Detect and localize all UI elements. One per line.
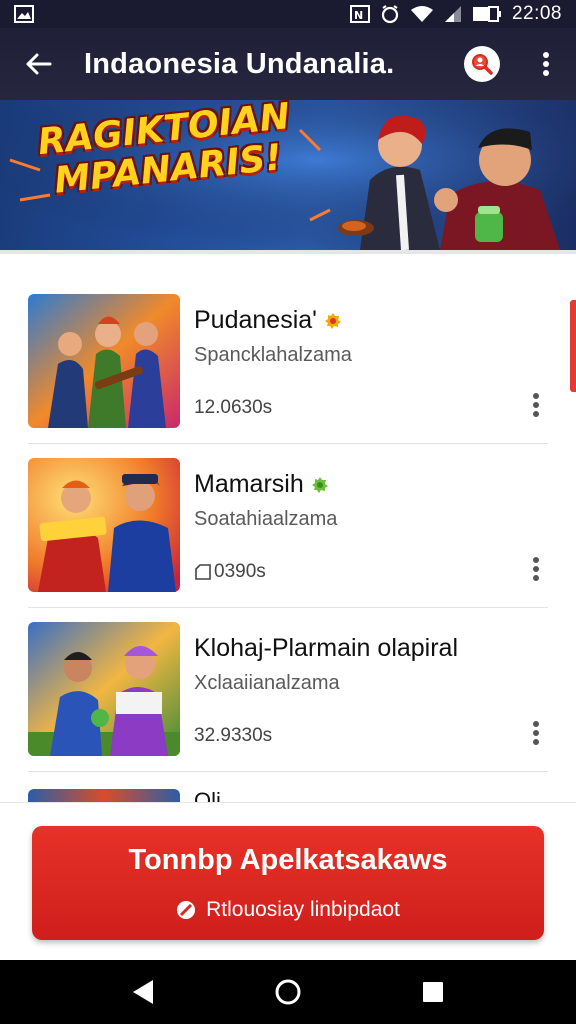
- nav-recents-button[interactable]: [413, 972, 453, 1012]
- nav-back-button[interactable]: [123, 972, 163, 1012]
- more-vert-icon: [533, 721, 539, 745]
- cta-title: Tonnbp Apelkatsakaws: [128, 844, 448, 876]
- home-circle-icon: [275, 979, 301, 1005]
- battery-icon: [472, 6, 501, 22]
- scrollbar[interactable]: [570, 300, 576, 392]
- item-title: Pudanesia': [194, 306, 341, 335]
- gallery-icon: [14, 5, 34, 23]
- alarm-icon: [381, 5, 399, 24]
- cta-subtitle-text: Rtlouosiay linbipdaot: [206, 898, 400, 921]
- nfc-icon: N: [349, 5, 370, 23]
- search-button[interactable]: [464, 46, 500, 82]
- app-list: Pudanesia' Spancklahalzama 12.0630s Mama…: [28, 280, 548, 772]
- item-thumbnail: [28, 294, 180, 428]
- download-icon: [195, 564, 211, 580]
- primary-action-button[interactable]: Tonnbp Apelkatsakaws Rtlouosiay linbipda…: [32, 826, 544, 940]
- block-icon: [177, 901, 196, 919]
- item-subtitle: Soatahiaalzama: [194, 508, 338, 530]
- system-nav-bar: [0, 960, 576, 1024]
- item-menu-button[interactable]: [526, 718, 546, 748]
- list-item[interactable]: Pudanesia' Spancklahalzama 12.0630s: [28, 280, 548, 444]
- item-thumbnail: [28, 622, 180, 756]
- item-subtitle: Spancklahalzama: [194, 344, 352, 366]
- back-arrow-icon: [26, 53, 52, 75]
- item-menu-button[interactable]: [526, 390, 546, 420]
- item-title: Mamarsih: [194, 470, 328, 499]
- back-triangle-icon: [132, 980, 153, 1004]
- item-size-text: 0390s: [214, 561, 266, 582]
- back-button[interactable]: [18, 44, 58, 84]
- verified-badge-icon: [324, 312, 341, 329]
- status-bar: N 22:08: [0, 0, 576, 28]
- divider: [0, 250, 576, 254]
- item-menu-button[interactable]: [526, 554, 546, 584]
- status-time: 22:08: [511, 3, 562, 24]
- nav-home-button[interactable]: [268, 972, 308, 1012]
- verified-badge-icon: [311, 476, 328, 493]
- list-item[interactable]: Mamarsih Soatahiaalzama 0390s: [28, 444, 548, 608]
- more-vert-icon: [543, 52, 549, 76]
- svg-text:N: N: [354, 9, 363, 22]
- wifi-icon: [410, 6, 433, 22]
- page-title: Indaonesia Undanalia.: [84, 47, 395, 80]
- item-title-text: Klohaj-Plarmain olapiral: [194, 634, 459, 662]
- list-item[interactable]: Klohaj-Plarmain olapiral Xclaaiianalzama…: [28, 608, 548, 772]
- more-vert-icon: [533, 393, 539, 417]
- recents-square-icon: [423, 982, 444, 1002]
- more-vert-icon: [533, 557, 539, 581]
- cta-subtitle: Rtlouosiay linbipdaot: [32, 898, 544, 922]
- signal-icon: [444, 6, 461, 22]
- item-thumbnail: [28, 458, 180, 592]
- item-size: 32.9330s: [194, 725, 273, 746]
- promo-banner[interactable]: RAGIKTOIAN MPANARIS!: [0, 100, 576, 250]
- item-title-text: Pudanesia': [194, 306, 317, 334]
- item-subtitle: Xclaaiianalzama: [194, 672, 340, 694]
- item-title-partial: Oli: [194, 788, 221, 802]
- item-size: 12.0630s: [194, 397, 273, 418]
- item-size: 0390s: [194, 561, 266, 583]
- item-title: Klohaj-Plarmain olapiral: [194, 634, 458, 663]
- item-title-text: Mamarsih: [194, 470, 304, 498]
- overflow-menu-button[interactable]: [534, 44, 558, 84]
- item-thumbnail-partial[interactable]: [28, 789, 180, 803]
- search-icon: [472, 54, 493, 75]
- app-bar: Indaonesia Undanalia.: [0, 28, 576, 100]
